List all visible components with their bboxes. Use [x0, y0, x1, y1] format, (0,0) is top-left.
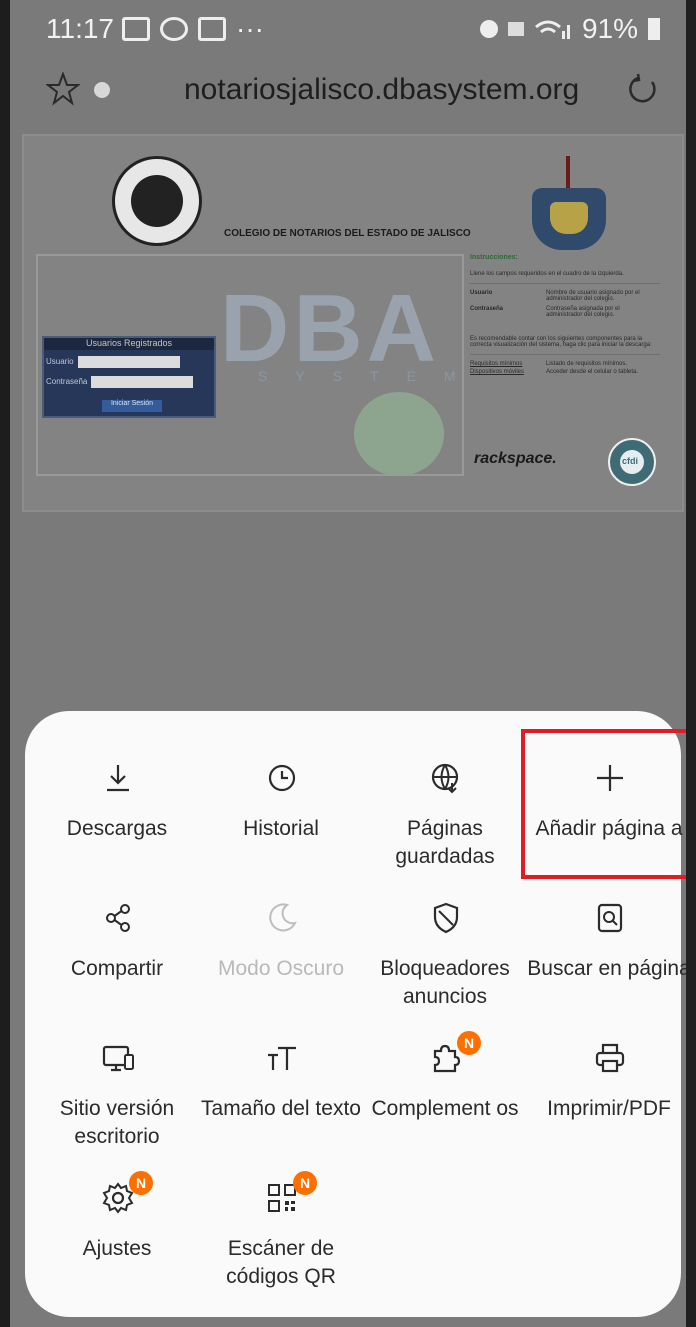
usuario-row: Usuario Nombre de usuario asignado por e…	[470, 290, 660, 302]
menu-label-escaner-qr: Escáner de códigos QR	[226, 1237, 336, 1288]
desktop-icon	[102, 1045, 134, 1072]
wifi-signal-icon	[534, 20, 570, 39]
menu-label-anadir-pagina: Añadir página a	[535, 817, 683, 840]
login-user-label: Usuario	[46, 357, 74, 367]
status-bar: 11:17 ··· 91%	[10, 0, 686, 58]
system-logo-text: SYSTEM	[258, 368, 484, 384]
menu-label-paginas-guardadas: Páginas guardadas	[395, 817, 495, 868]
device-frame-right	[686, 0, 696, 1327]
whatsapp-icon	[160, 17, 188, 41]
instructions-title: Instrucciones:	[470, 254, 518, 261]
menu-item-paginas-guardadas[interactable]: Páginas guardadas	[363, 761, 527, 881]
contrasena-label: Contraseña	[470, 306, 504, 312]
ajustes-new-badge: N	[129, 1171, 153, 1195]
menu-item-complementos[interactable]: N Complement os	[363, 1031, 527, 1161]
moon-icon	[269, 903, 297, 932]
shield-icon	[433, 902, 459, 934]
reload-icon[interactable]	[626, 72, 660, 106]
menu-item-escaner-qr[interactable]: N Escáner de códigos QR	[199, 1171, 363, 1301]
req-row: Requisitos mínimos Listado de requisitos…	[470, 361, 660, 367]
login-button[interactable]: Iniciar Sesión	[102, 400, 162, 412]
download-icon	[107, 765, 129, 792]
login-pass-label: Contraseña	[46, 377, 88, 387]
text-size-icon	[268, 1046, 296, 1070]
menu-item-compartir[interactable]: Compartir	[35, 901, 199, 1021]
phone-screen: 11:17 ··· 91% notariosjalisco.dbasystem.…	[10, 0, 686, 1327]
status-right: 91%	[479, 13, 660, 45]
usuario-desc: Nombre de usuario asignado por el admini…	[546, 290, 640, 302]
login-pass-row: Contraseña	[46, 376, 194, 388]
notification-icons: ···	[122, 13, 264, 45]
complementos-new-badge: N	[457, 1031, 481, 1055]
volte-icon	[507, 22, 524, 36]
divider	[470, 283, 660, 284]
devices-desc: Acceder desde el celular o tableta.	[546, 369, 639, 375]
globe-saved-icon	[431, 763, 459, 794]
rackspace-logo: rackspace.	[474, 450, 557, 467]
qr-new-badge: N	[293, 1171, 317, 1195]
usuario-label: Usuario	[470, 290, 493, 296]
alarm-icon	[479, 20, 498, 38]
device-frame-left	[0, 0, 10, 1327]
menu-label-descargas: Descargas	[66, 817, 168, 840]
clock-icon	[268, 764, 296, 792]
url-bar: notariosjalisco.dbasystem.org	[10, 58, 686, 124]
gallery-icon	[122, 17, 150, 41]
battery-icon	[648, 18, 660, 40]
login-user-row: Usuario	[46, 356, 180, 368]
menu-item-anadir-pagina[interactable]: Añadir página a	[527, 761, 686, 881]
browser-menu-sheet: Descargas Historial Páginas guardadas Añ…	[25, 711, 686, 1317]
menu-label-tamano-texto: Tamaño del texto	[201, 1097, 361, 1120]
contrasena-row: Contraseña Contraseña asignada por el ad…	[470, 306, 660, 318]
login-title: Usuarios Registrados	[44, 338, 214, 350]
laptop-icon	[198, 17, 226, 41]
share-icon	[106, 904, 130, 932]
menu-item-imprimir-pdf[interactable]: Imprimir/PDF	[527, 1041, 686, 1161]
more-dots: ···	[236, 13, 264, 44]
menu-label-imprimir-pdf: Imprimir/PDF	[547, 1097, 671, 1120]
req-desc: Listado de requisitos mínimos.	[546, 361, 628, 367]
jalisco-crest-logo	[532, 156, 606, 250]
menu-label-modo-oscuro: Modo Oscuro	[217, 957, 345, 980]
instructions-line: Llene los campos requeridos en el cuadro…	[470, 271, 624, 277]
decorative-circle	[354, 392, 444, 476]
menu-item-ajustes[interactable]: N Ajustes	[35, 1171, 199, 1301]
menu-label-complementos: Complement os	[371, 1097, 519, 1120]
divider	[470, 354, 660, 355]
cfdi-text: cfdi	[622, 456, 639, 466]
menu-item-sitio-escritorio[interactable]: Sitio versión escritorio	[35, 1041, 199, 1161]
menu-item-modo-oscuro[interactable]: Modo Oscuro	[199, 901, 363, 1021]
menu-item-bloqueadores[interactable]: Bloqueadores anuncios	[363, 901, 527, 1021]
login-user-input[interactable]	[77, 356, 180, 368]
menu-label-sitio-escritorio: Sitio versión escritorio	[59, 1097, 175, 1148]
menu-label-ajustes: Ajustes	[82, 1237, 152, 1260]
url-text[interactable]: notariosjalisco.dbasystem.org	[184, 73, 579, 107]
menu-label-buscar-en-pagina: Buscar en página	[527, 957, 686, 980]
menu-label-bloqueadores: Bloqueadores anuncios	[380, 957, 510, 1008]
menu-label-historial: Historial	[243, 817, 319, 840]
bookmark-star-icon[interactable]	[46, 72, 80, 106]
devices-link[interactable]: Dispositivos móviles	[470, 369, 540, 375]
devices-row: Dispositivos móviles Acceder desde el ce…	[470, 369, 660, 375]
status-time: 11:17	[46, 13, 114, 44]
plus-icon	[597, 765, 623, 791]
login-form: Usuarios Registrados Usuario Contraseña …	[42, 336, 216, 418]
menu-label-compartir: Compartir	[70, 957, 164, 980]
req-link[interactable]: Requisitos mínimos	[470, 361, 540, 367]
menu-item-buscar-en-pagina[interactable]: Buscar en página	[527, 901, 686, 1021]
site-info-icon[interactable]	[94, 82, 110, 98]
webpage-content: COLEGIO DE NOTARIOS DEL ESTADO DE JALISC…	[22, 134, 684, 512]
menu-item-tamano-texto[interactable]: Tamaño del texto	[199, 1041, 363, 1161]
login-pass-input[interactable]	[91, 376, 194, 388]
recommend-text: Es recomendable contar con los siguiente…	[470, 336, 652, 348]
notary-seal-logo	[112, 156, 202, 246]
print-icon	[595, 1043, 625, 1073]
webpage-heading: COLEGIO DE NOTARIOS DEL ESTADO DE JALISC…	[224, 228, 471, 239]
cfdi-seal-logo: cfdi	[608, 438, 656, 486]
menu-item-descargas[interactable]: Descargas	[35, 761, 199, 881]
contrasena-desc: Contraseña asignada por el administrador…	[546, 306, 620, 318]
search-page-icon	[597, 903, 623, 933]
menu-item-historial[interactable]: Historial	[199, 761, 363, 881]
battery-percent: 91%	[581, 13, 638, 44]
